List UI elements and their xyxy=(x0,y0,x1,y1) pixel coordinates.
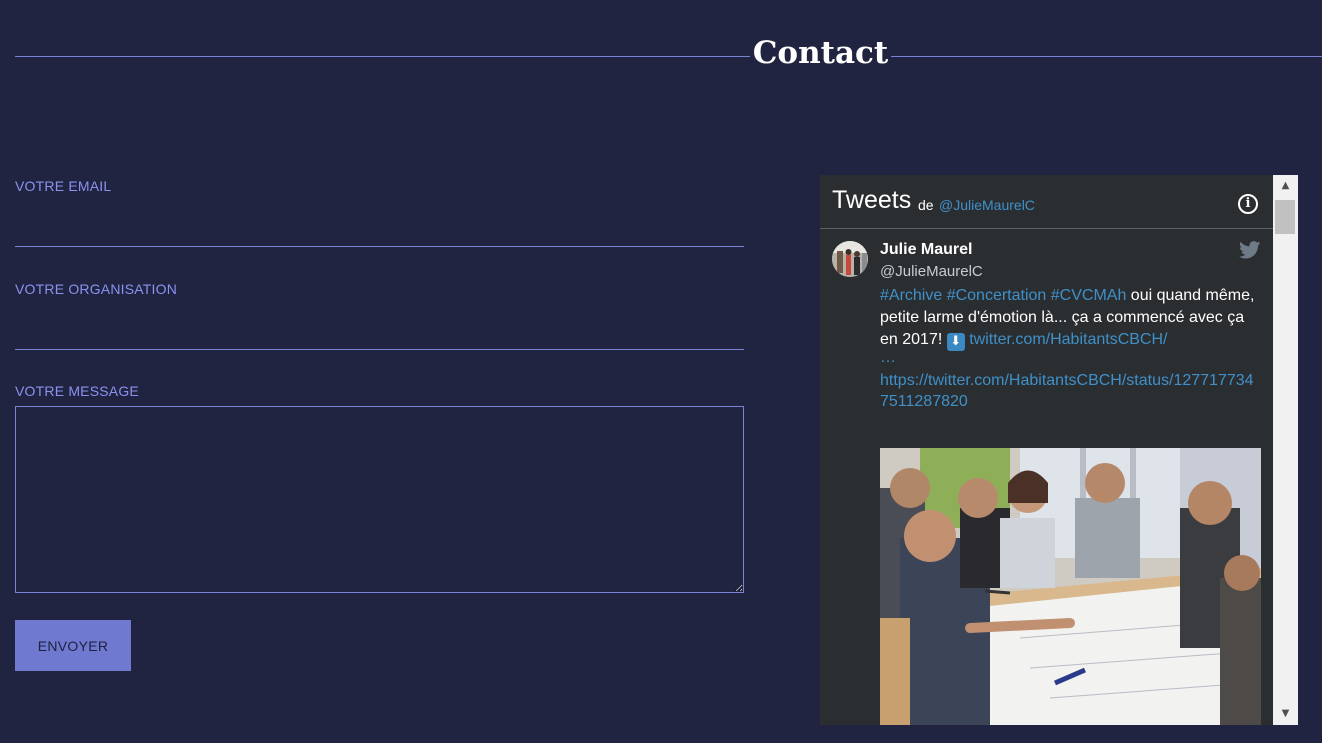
tweet-status-link[interactable]: https://twitter.com/HabitantsCBCH/status… xyxy=(880,370,1258,412)
section-title: Contact xyxy=(752,35,889,71)
tweet-author-name[interactable]: Julie Maurel xyxy=(880,241,972,259)
heading-divider-left xyxy=(15,56,750,57)
tweet-short-link[interactable]: twitter.com/HabitantsCBCH/ xyxy=(969,331,1167,348)
scroll-up-icon[interactable]: ▲ xyxy=(1273,175,1298,197)
twitter-bird-icon[interactable] xyxy=(1239,241,1261,259)
message-textarea[interactable] xyxy=(15,406,744,593)
down-arrow-emoji-icon: ⬇ xyxy=(946,333,965,351)
info-icon[interactable]: i xyxy=(1238,194,1258,214)
organisation-field[interactable] xyxy=(15,315,744,350)
avatar[interactable] xyxy=(832,241,868,277)
organisation-label: VOTRE ORGANISATION xyxy=(15,281,178,297)
submit-button[interactable]: ENVOYER xyxy=(15,620,131,671)
email-field[interactable] xyxy=(15,212,744,247)
contact-page: Contact VOTRE EMAIL VOTRE ORGANISATION V… xyxy=(0,0,1322,743)
tweet-photo[interactable] xyxy=(880,448,1261,725)
message-label: VOTRE MESSAGE xyxy=(15,383,139,399)
tweet-hashtags[interactable]: #Archive #Concertation #CVCMAh xyxy=(880,287,1126,304)
timeline-header: Tweets de @JulieMaurelC i xyxy=(820,175,1273,229)
tweet-author-handle[interactable]: @JulieMaurelC xyxy=(880,263,983,280)
timeline-account-link[interactable]: @JulieMaurelC xyxy=(939,197,1035,213)
heading-divider-right xyxy=(891,56,1322,57)
timeline-by-label: de xyxy=(918,197,934,213)
scroll-down-icon[interactable]: ▼ xyxy=(1273,703,1298,725)
timeline-scrollbar[interactable]: ▲ ▼ xyxy=(1273,175,1298,725)
twitter-timeline-widget[interactable]: Tweets de @JulieMaurelC i Julie Maurel @… xyxy=(820,175,1298,725)
tweet-text: #Archive #Concertation #CVCMAh oui quand… xyxy=(880,285,1258,351)
scrollbar-thumb[interactable] xyxy=(1275,200,1295,234)
timeline-title: Tweets xyxy=(832,186,912,214)
tweet-link-ellipsis[interactable]: … xyxy=(880,350,896,366)
email-label: VOTRE EMAIL xyxy=(15,178,112,194)
